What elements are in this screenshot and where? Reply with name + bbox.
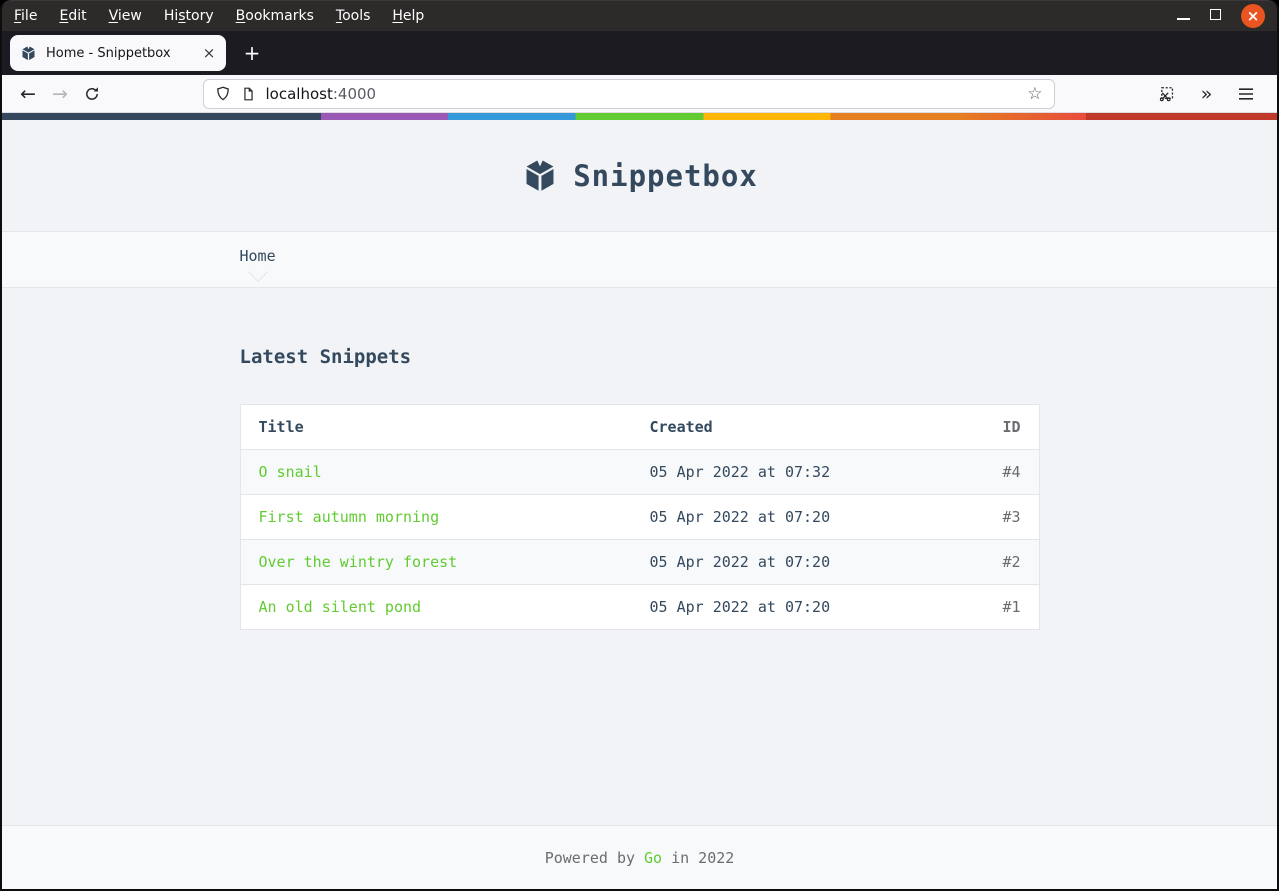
- url-host: localhost: [265, 84, 333, 103]
- snippet-id: #3: [1002, 508, 1021, 526]
- screenshot-button[interactable]: [1149, 79, 1183, 109]
- tab-bar: Home - Snippetbox × +: [2, 31, 1277, 75]
- table-row: O snail 05 Apr 2022 at 07:32 #4: [240, 449, 1039, 495]
- snippet-id: #2: [1002, 553, 1021, 571]
- reload-icon: [86, 86, 98, 100]
- snippet-id: #1: [1002, 598, 1021, 616]
- menu-tools[interactable]: Tools: [336, 8, 371, 24]
- snippet-link[interactable]: Over the wintry forest: [259, 553, 458, 571]
- menu-view[interactable]: View: [109, 8, 142, 24]
- url-bar[interactable]: localhost:4000 ☆: [202, 78, 1055, 109]
- forward-button[interactable]: →: [44, 79, 76, 109]
- page-info-icon[interactable]: [241, 86, 256, 102]
- hamburger-menu-icon: [1239, 87, 1253, 100]
- menu-bookmarks[interactable]: Bookmarks: [236, 8, 314, 24]
- menu-edit[interactable]: Edit: [59, 8, 86, 24]
- col-header-id: ID: [1002, 418, 1021, 436]
- site-nav: Home: [2, 231, 1277, 288]
- table-row: An old silent pond 05 Apr 2022 at 07:20 …: [240, 585, 1039, 630]
- main-content: Latest Snippets Title Created ID O snail…: [2, 288, 1277, 825]
- snippet-created: 05 Apr 2022 at 07:20: [649, 508, 831, 526]
- rainbow-accent-stripe: [2, 113, 1277, 120]
- page-viewport: Snippetbox Home Latest Snippets Title Cr…: [2, 120, 1277, 889]
- snippet-created: 05 Apr 2022 at 07:20: [649, 553, 831, 571]
- snippet-link[interactable]: O snail: [259, 463, 322, 481]
- tab-home-snippetbox[interactable]: Home - Snippetbox ×: [10, 35, 226, 71]
- bookmark-star-icon[interactable]: ☆: [1027, 84, 1042, 104]
- browser-window: File Edit View History Bookmarks Tools H…: [0, 0, 1279, 891]
- snippet-id: #4: [1002, 463, 1021, 481]
- menu-bar: File Edit View History Bookmarks Tools H…: [2, 0, 1277, 31]
- nav-link-home[interactable]: Home: [240, 232, 276, 282]
- url-text: localhost:4000: [266, 85, 377, 103]
- back-button[interactable]: ←: [12, 79, 44, 109]
- snippet-link[interactable]: First autumn morning: [259, 508, 440, 526]
- site-title: Snippetbox: [573, 158, 758, 193]
- tab-title: Home - Snippetbox: [46, 45, 171, 61]
- maximize-icon: [1210, 9, 1221, 20]
- table-row: First autumn morning 05 Apr 2022 at 07:2…: [240, 495, 1039, 540]
- maximize-button[interactable]: [1210, 8, 1221, 24]
- site-logo-link[interactable]: Snippetbox: [521, 157, 758, 195]
- tab-close-button[interactable]: ×: [198, 42, 220, 64]
- snippets-table: Title Created ID O snail 05 Apr 2022 at …: [239, 404, 1040, 630]
- col-header-created: Created: [649, 418, 713, 436]
- snippet-link[interactable]: An old silent pond: [259, 598, 422, 616]
- close-icon: ×: [1246, 6, 1260, 25]
- footer-text-prefix: Powered by: [544, 848, 636, 867]
- snippet-created: 05 Apr 2022 at 07:20: [649, 598, 831, 616]
- snippet-created: 05 Apr 2022 at 07:32: [649, 463, 831, 481]
- table-header-row: Title Created ID: [240, 405, 1039, 450]
- col-header-title: Title: [258, 418, 304, 436]
- toolbar-right-cluster: »: [1149, 79, 1267, 109]
- new-tab-button[interactable]: +: [236, 37, 268, 69]
- url-port: :4000: [332, 84, 377, 103]
- reload-button[interactable]: [76, 79, 108, 109]
- app-menu-button[interactable]: [1229, 79, 1263, 109]
- close-button[interactable]: ×: [1241, 4, 1265, 28]
- overflow-menu-button[interactable]: »: [1189, 79, 1223, 109]
- go-link[interactable]: Go: [644, 849, 662, 867]
- active-nav-notch: [247, 262, 268, 282]
- tracking-shield-icon[interactable]: [215, 86, 231, 102]
- site-footer: Powered by Go in 2022: [2, 825, 1277, 889]
- table-row: Over the wintry forest 05 Apr 2022 at 07…: [240, 539, 1039, 585]
- page-title: Latest Snippets: [239, 346, 412, 368]
- menu-help[interactable]: Help: [392, 8, 424, 24]
- screenshot-scissors-icon: [1159, 87, 1173, 102]
- footer-text-suffix: in 2022: [671, 848, 735, 867]
- navigation-toolbar: ← → localhost:4000 ☆ »: [2, 75, 1277, 113]
- menu-file[interactable]: File: [14, 8, 37, 24]
- minimize-icon: [1177, 18, 1190, 20]
- snippetbox-favicon-icon: [20, 45, 37, 62]
- menu-history[interactable]: History: [164, 8, 214, 24]
- snippetbox-logo-icon: [526, 159, 554, 191]
- site-header: Snippetbox: [2, 120, 1277, 231]
- window-controls: ×: [1177, 4, 1265, 28]
- minimize-button[interactable]: [1177, 8, 1190, 24]
